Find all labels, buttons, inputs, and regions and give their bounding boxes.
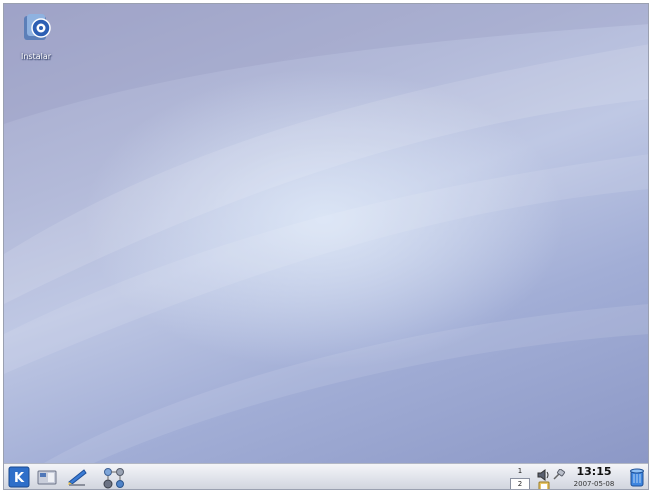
show-desktop-button[interactable]	[36, 466, 58, 488]
pager-desktop-1[interactable]: 1	[510, 465, 530, 478]
k-menu-button[interactable]: K	[8, 466, 30, 488]
desktop-wallpaper[interactable]: Instalar	[4, 4, 648, 463]
pager-desktop-2[interactable]: 2	[510, 478, 530, 489]
tray-clipboard[interactable]	[538, 478, 550, 489]
desktop-screen: Instalar K 1 2 13:15 2007-05-08	[3, 3, 649, 490]
taskbar-clock[interactable]: 13:15 2007-05-08	[570, 465, 618, 489]
network-plug-icon	[553, 468, 565, 480]
installer-icon	[24, 14, 51, 40]
wallpaper-waves	[4, 4, 648, 463]
taskbar: K 1 2 13:15 2007-05-08	[4, 463, 648, 489]
kate-editor-icon	[68, 469, 87, 486]
desktop-pager: 1 2	[510, 465, 530, 489]
clock-time: 13:15	[576, 465, 612, 478]
trash-icon	[630, 468, 644, 487]
trash-button[interactable]	[628, 466, 646, 488]
quick-launch-users[interactable]	[100, 466, 128, 489]
clipboard-icon	[538, 481, 550, 489]
desktop-icon-install[interactable]: Instalar	[10, 10, 62, 63]
quick-launch-editor[interactable]	[66, 466, 88, 488]
show-desktop-icon	[37, 470, 57, 485]
k-menu-icon: K	[8, 466, 30, 488]
tray-network[interactable]	[552, 466, 566, 485]
desktop-icon-install-label: Instalar	[20, 52, 52, 61]
users-network-icon	[103, 468, 124, 489]
svg-text:K: K	[14, 471, 25, 486]
clock-date: 2007-05-08	[573, 480, 615, 488]
